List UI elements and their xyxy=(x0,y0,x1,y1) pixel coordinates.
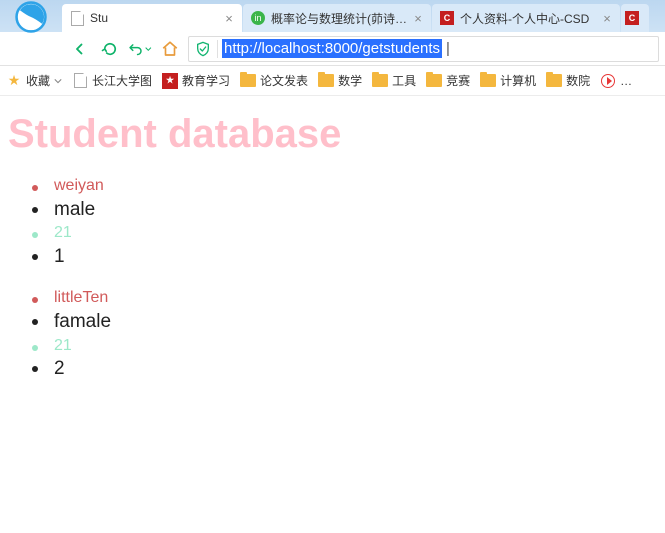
folder-icon xyxy=(426,73,442,89)
address-bar: http://localhost:8000/getstudents | xyxy=(0,32,665,66)
tab-title: 个人资料-个人中心-CSD xyxy=(460,10,600,27)
tab-0[interactable]: Stu × xyxy=(62,4,242,32)
chevron-down-icon xyxy=(54,77,62,85)
home-button[interactable] xyxy=(158,37,182,61)
page-icon: C xyxy=(625,11,639,25)
bookmark-label: … xyxy=(620,74,632,88)
favorites-button[interactable]: ★ 收藏 xyxy=(6,72,62,89)
bookmark-item[interactable]: 竞赛 xyxy=(426,72,470,89)
bookmark-label: 教育学习 xyxy=(182,72,230,89)
tab-bar: Stu × in 概率论与数理统计(茆诗… × C 个人资料-个人中心-CSD … xyxy=(0,0,665,32)
bookmark-label: 论文发表 xyxy=(260,72,308,89)
page-icon: C xyxy=(440,11,454,25)
bookmark-label: 数院 xyxy=(566,72,590,89)
student-sex: famale xyxy=(32,309,657,335)
folder-icon xyxy=(372,73,388,89)
page-icon: in xyxy=(251,11,265,25)
arrow-left-icon xyxy=(71,40,89,58)
bookmark-item[interactable]: 数学 xyxy=(318,72,362,89)
student-age: 21 xyxy=(32,222,657,244)
student-name: littleTen xyxy=(32,287,657,309)
bookmark-item[interactable]: 论文发表 xyxy=(240,72,308,89)
back-button[interactable] xyxy=(68,37,92,61)
bookmark-item[interactable]: 计算机 xyxy=(480,72,536,89)
student-list: littleTen famale 21 2 xyxy=(8,287,657,381)
reload-button[interactable] xyxy=(98,37,122,61)
folder-icon xyxy=(480,73,496,89)
bookmark-item[interactable]: 长江大学图 xyxy=(72,72,152,89)
page-icon xyxy=(70,11,84,25)
undo-icon xyxy=(128,40,144,58)
bookmarks-bar: ★ 收藏 长江大学图 ★ 教育学习 论文发表 数学 工具 竞赛 xyxy=(0,66,665,96)
student-name: weiyan xyxy=(32,175,657,197)
tab-title: Stu xyxy=(90,11,222,25)
student-index: 1 xyxy=(32,244,657,270)
undo-button[interactable] xyxy=(128,37,152,61)
bookmark-label: 计算机 xyxy=(500,72,536,89)
close-icon[interactable]: × xyxy=(222,11,236,26)
browser-logo xyxy=(0,0,62,32)
student-age: 21 xyxy=(32,335,657,357)
url-text[interactable]: http://localhost:8000/getstudents xyxy=(222,39,442,58)
shield-icon xyxy=(193,39,213,59)
document-icon xyxy=(72,73,88,89)
url-box[interactable]: http://localhost:8000/getstudents | xyxy=(188,36,659,62)
bookmark-item[interactable]: ★ 教育学习 xyxy=(162,72,230,89)
close-icon[interactable]: × xyxy=(600,11,614,26)
bookmark-item[interactable]: 工具 xyxy=(372,72,416,89)
url-caret: | xyxy=(442,40,450,57)
page-title: Student database xyxy=(8,112,657,157)
bookmark-item[interactable]: 数院 xyxy=(546,72,590,89)
close-icon[interactable]: × xyxy=(411,11,425,26)
home-icon xyxy=(161,40,179,58)
chevron-down-icon xyxy=(145,45,152,53)
tab-2[interactable]: C 个人资料-个人中心-CSD × xyxy=(432,4,620,32)
star-icon: ★ xyxy=(6,73,22,89)
tab-3-partial[interactable]: C xyxy=(621,4,649,32)
tab-1[interactable]: in 概率论与数理统计(茆诗… × xyxy=(243,4,431,32)
student-list: weiyan male 21 1 xyxy=(8,175,657,269)
folder-icon xyxy=(240,73,256,89)
bookmark-label: 数学 xyxy=(338,72,362,89)
reload-icon xyxy=(101,40,119,58)
bookmark-label: 工具 xyxy=(392,72,416,89)
bookmark-item-overflow[interactable]: … xyxy=(600,73,632,89)
student-sex: male xyxy=(32,197,657,223)
tab-title: 概率论与数理统计(茆诗… xyxy=(271,10,411,27)
bookmark-label: 长江大学图 xyxy=(92,72,152,89)
folder-icon xyxy=(318,73,334,89)
play-icon xyxy=(600,73,616,89)
student-index: 2 xyxy=(32,356,657,382)
page-content: Student database weiyan male 21 1 little… xyxy=(0,96,665,533)
favorites-label: 收藏 xyxy=(26,72,50,89)
bookmark-label: 竞赛 xyxy=(446,72,470,89)
folder-icon xyxy=(546,73,562,89)
flag-icon: ★ xyxy=(162,73,178,89)
